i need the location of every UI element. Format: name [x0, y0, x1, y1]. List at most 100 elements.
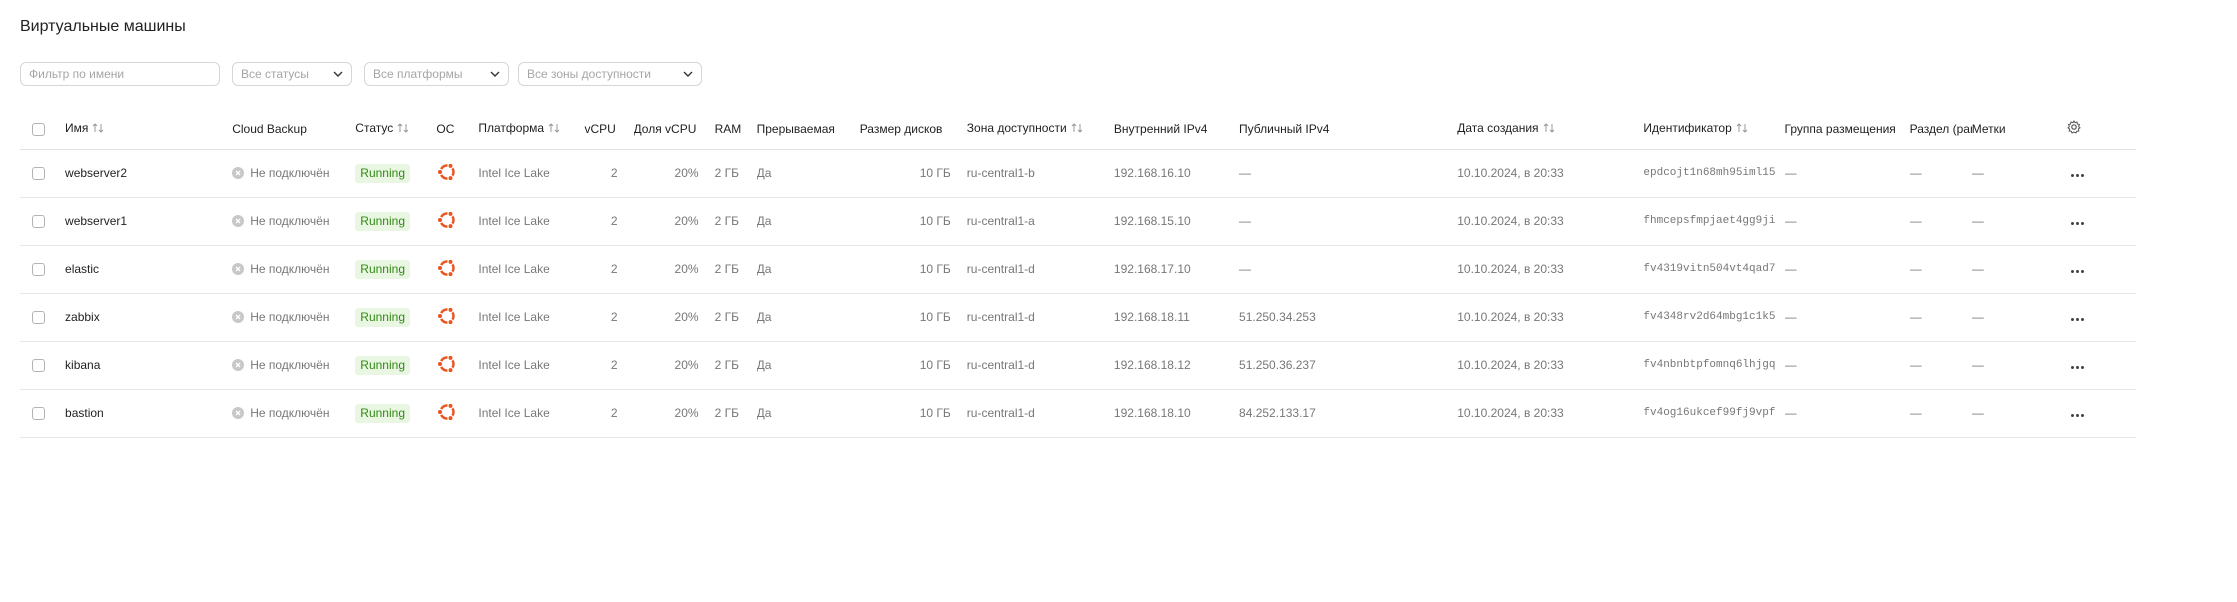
zone-filter-select[interactable]: Все зоны доступности	[518, 62, 702, 86]
actions-cell	[2061, 245, 2136, 293]
col-status-label: Статус	[355, 121, 394, 136]
disk-size-cell: 10 ГБ	[919, 214, 951, 228]
vm-id-cell: fv4319vitn504vt4qad7	[1643, 263, 1776, 275]
col-created[interactable]: Дата создания	[1457, 109, 1643, 149]
row-checkbox[interactable]	[32, 167, 45, 181]
os-cell	[436, 389, 478, 437]
ubuntu-icon	[436, 305, 458, 330]
col-name[interactable]: Имя	[65, 109, 232, 149]
backup-status-text: Не подключён	[250, 166, 330, 180]
placement-group-cell: —	[1784, 358, 1797, 372]
col-created-label: Дата создания	[1457, 121, 1539, 136]
status-badge: Running	[355, 307, 410, 327]
col-id[interactable]: Идентификатор	[1643, 109, 1784, 149]
backup-cell: Не подключён	[232, 293, 355, 341]
partition-cell: —	[1909, 406, 1922, 420]
preemptible-cell: Да	[756, 358, 772, 372]
row-checkbox[interactable]	[32, 311, 45, 325]
more-actions-icon[interactable]	[2070, 366, 2084, 369]
table-row[interactable]: elastic Не подключён Running Intel Ice Lake…	[20, 245, 2136, 293]
row-select-cell	[20, 197, 65, 245]
table-row[interactable]: webserver1 Не подключён Running Intel Ice L…	[20, 197, 2136, 245]
platform-cell: Intel Ice Lake	[478, 406, 550, 420]
table-header-row: Имя Cloud Backup Статус ОС Платформа vCP…	[20, 109, 2136, 149]
vcpu-share-cell: 20%	[674, 166, 699, 180]
actions-cell	[2061, 149, 2136, 197]
gear-icon[interactable]	[2066, 120, 2081, 137]
vcpu-share-cell: 20%	[674, 214, 699, 228]
vm-name-link[interactable]: webserver1	[65, 197, 232, 245]
public-ip-cell: 51.250.36.237	[1239, 358, 1316, 372]
table-row[interactable]: webserver2 Не подключён Running Intel Ice L…	[20, 149, 2136, 197]
status-filter-select[interactable]: Все статусы	[232, 62, 352, 86]
row-checkbox[interactable]	[32, 263, 45, 277]
backup-cell: Не подключён	[232, 149, 355, 197]
col-platform-label: Платформа	[478, 121, 545, 136]
platform-cell: Intel Ice Lake	[478, 310, 550, 324]
disk-size-cell: 10 ГБ	[919, 406, 951, 420]
table-row[interactable]: zabbix Не подключён Running Intel Ice Lake 2…	[20, 293, 2136, 341]
vm-name-link[interactable]: zabbix	[65, 293, 232, 341]
row-checkbox[interactable]	[32, 407, 45, 421]
ram-cell: 2 ГБ	[714, 310, 739, 324]
more-actions-icon[interactable]	[2070, 318, 2084, 321]
ubuntu-icon	[436, 257, 458, 282]
vcpu-share-cell: 20%	[674, 406, 699, 420]
labels-cell: —	[1971, 358, 1984, 372]
table-row[interactable]: bastion Не подключён Running Intel Ice Lake…	[20, 389, 2136, 437]
partition-cell: —	[1909, 166, 1922, 180]
created-cell: 10.10.2024, в 20:33	[1457, 310, 1564, 324]
chevron-down-icon	[490, 63, 500, 85]
sort-icon[interactable]	[548, 122, 560, 136]
vm-name-link[interactable]: elastic	[65, 245, 232, 293]
vm-name-link[interactable]: webserver2	[65, 149, 232, 197]
backup-status-text: Не подключён	[250, 310, 330, 324]
vm-id-cell: fhmcepsfmpjaet4gg9ji	[1643, 215, 1776, 227]
row-checkbox[interactable]	[32, 215, 45, 229]
col-zone[interactable]: Зона доступности	[967, 109, 1114, 149]
preemptible-cell: Да	[756, 214, 772, 228]
col-backup: Cloud Backup	[232, 121, 307, 136]
table-row[interactable]: kibana Не подключён Running Intel Ice Lake 2…	[20, 341, 2136, 389]
ubuntu-icon	[436, 353, 458, 378]
col-platform[interactable]: Платформа	[478, 109, 584, 149]
created-cell: 10.10.2024, в 20:33	[1457, 214, 1564, 228]
internal-ip-cell: 192.168.15.10	[1113, 214, 1191, 228]
vm-name-link[interactable]: bastion	[65, 389, 232, 437]
platform-filter-select[interactable]: Все платформы	[364, 62, 509, 86]
backup-status-text: Не подключён	[250, 358, 330, 372]
col-status[interactable]: Статус	[355, 109, 436, 149]
disk-size-cell: 10 ГБ	[919, 310, 951, 324]
partition-cell: —	[1909, 214, 1922, 228]
sort-icon[interactable]	[1543, 122, 1555, 136]
ubuntu-icon	[436, 161, 458, 186]
vm-name-link[interactable]: kibana	[65, 341, 232, 389]
select-all-checkbox[interactable]	[32, 122, 45, 136]
labels-cell: —	[1971, 310, 1984, 324]
sort-icon[interactable]	[1071, 122, 1083, 136]
sort-icon[interactable]	[397, 122, 409, 136]
row-checkbox[interactable]	[32, 359, 45, 373]
col-ram: RAM	[714, 121, 742, 136]
platform-filter-value: Все платформы	[373, 67, 463, 81]
status-cell: Running	[355, 197, 436, 245]
ram-cell: 2 ГБ	[714, 214, 739, 228]
more-actions-icon[interactable]	[2070, 222, 2084, 225]
sort-icon[interactable]	[1736, 122, 1748, 136]
platform-cell: Intel Ice Lake	[478, 166, 550, 180]
more-actions-icon[interactable]	[2070, 174, 2084, 177]
more-actions-icon[interactable]	[2070, 414, 2084, 417]
status-cell: Running	[355, 245, 436, 293]
internal-ip-cell: 192.168.18.11	[1113, 310, 1190, 324]
placement-group-cell: —	[1784, 214, 1797, 228]
sort-icon[interactable]	[92, 122, 104, 136]
vcpu-share-cell: 20%	[674, 262, 699, 276]
backup-cell: Не подключён	[232, 341, 355, 389]
platform-cell: Intel Ice Lake	[478, 214, 550, 228]
name-filter-input[interactable]: Фильтр по имени	[20, 62, 220, 86]
backup-status-text: Не подключён	[250, 262, 330, 276]
os-cell	[436, 245, 478, 293]
name-filter-placeholder: Фильтр по имени	[29, 67, 125, 81]
more-actions-icon[interactable]	[2070, 270, 2084, 273]
select-all-cell	[20, 109, 65, 149]
